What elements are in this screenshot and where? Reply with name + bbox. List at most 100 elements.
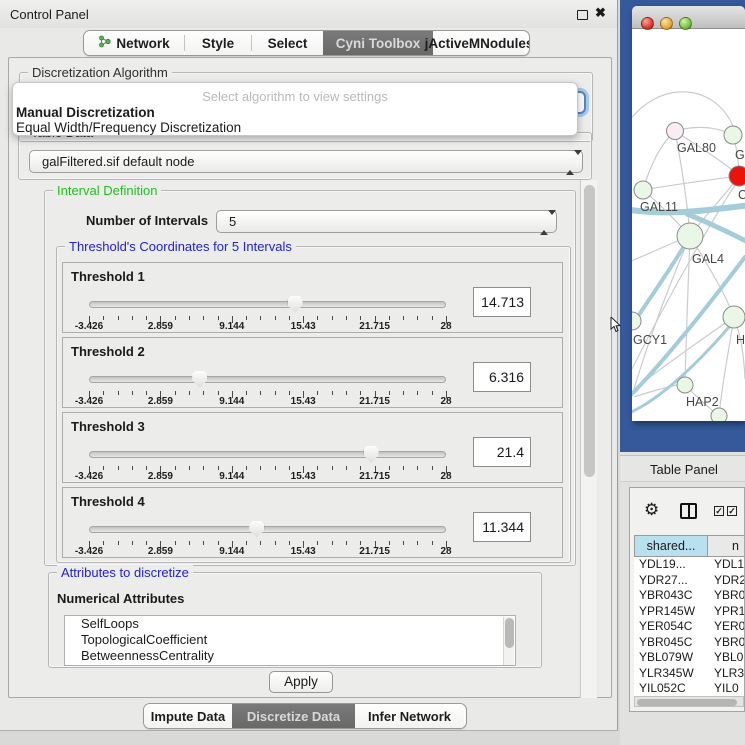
scrollbar-thumb[interactable] <box>637 699 737 706</box>
slider-handle[interactable] <box>249 521 264 538</box>
name-cell: YDL1 <box>710 557 745 573</box>
HAP2-node[interactable] <box>677 377 693 393</box>
threshold-value-field[interactable]: 6.316 <box>473 362 531 392</box>
network-edge-thick <box>632 236 690 329</box>
name-cell: YER0 <box>710 619 745 635</box>
tab-cyni-toolbox[interactable]: Cyni Toolbox <box>323 31 433 55</box>
minor-tick <box>189 466 190 470</box>
minor-tick <box>417 391 418 395</box>
number-of-intervals-combo[interactable]: 5 <box>216 210 557 233</box>
interval-definition-title: Interval Definition <box>53 183 161 198</box>
threshold-value-field[interactable]: 21.4 <box>473 437 531 467</box>
slider-track[interactable] <box>89 526 446 533</box>
shared-name-cell: YER054C <box>634 619 710 635</box>
GAL80-node[interactable] <box>667 123 684 140</box>
tab-infer-network[interactable]: Infer Network <box>355 704 464 728</box>
network-edge <box>685 236 690 385</box>
tick-label: -3.426 <box>75 471 103 482</box>
column-layout-icon[interactable] <box>680 503 697 519</box>
GAL11-node[interactable] <box>634 181 652 199</box>
table-row[interactable]: YPR145WYPR1 <box>634 604 745 620</box>
table-hscrollbar[interactable] <box>634 696 744 707</box>
column-header-name[interactable]: n <box>708 535 745 557</box>
threshold-value-field[interactable]: 14.713 <box>473 287 531 317</box>
network-graph <box>632 29 745 421</box>
minor-tick <box>403 466 404 470</box>
scrollbar-thumb[interactable] <box>584 185 595 477</box>
tab-impute-data[interactable]: Impute Data <box>144 704 232 728</box>
tick-label: 2.859 <box>148 546 173 557</box>
slider-track[interactable] <box>89 376 446 383</box>
algorithm-option-manual[interactable]: Manual Discretization <box>16 105 155 120</box>
tab-select[interactable]: Select <box>252 31 323 55</box>
table-row[interactable]: YER054CYER0 <box>634 619 745 635</box>
slider-track[interactable] <box>89 301 446 308</box>
node-label: GAL4 <box>692 252 724 266</box>
table-row[interactable]: YBR045CYBR0 <box>634 635 745 651</box>
GAL4-node[interactable] <box>677 223 703 249</box>
table-row[interactable]: YBR043CYBR0 <box>634 588 745 604</box>
panel-scrollbar[interactable] <box>580 180 597 698</box>
minor-tick <box>132 466 133 470</box>
apply-button[interactable]: Apply <box>269 671 333 693</box>
slider-handle[interactable] <box>288 296 303 313</box>
threshold-value-field[interactable]: 11.344 <box>473 512 531 542</box>
checkbox-checked-icon[interactable]: ✓ <box>727 506 737 516</box>
column-header-shared-name[interactable]: shared... <box>634 535 708 557</box>
table-data-combo-value: galFiltered.sif default node <box>42 154 194 169</box>
top-tab-bar: Network Style SelectCyni ToolboxjActiveMNo… <box>83 30 530 56</box>
checkbox-checked-icon[interactable]: ✓ <box>714 506 724 516</box>
right-node[interactable] <box>723 306 745 328</box>
tab-style[interactable]: Style <box>185 31 251 55</box>
minor-tick <box>275 316 276 320</box>
scrollbar-thumb[interactable] <box>505 618 514 648</box>
table-row[interactable]: YDR27...YDR2 <box>634 573 745 589</box>
minor-tick <box>132 541 133 545</box>
network-icon <box>98 35 116 51</box>
shared-name-cell: YBR043C <box>634 588 710 604</box>
table-row[interactable]: YDL19...YDL1 <box>634 557 745 573</box>
float-window-icon[interactable] <box>577 10 588 20</box>
slider-handle[interactable] <box>364 446 379 463</box>
table-row[interactable]: YLR345WYLR3 <box>634 666 745 682</box>
minor-tick <box>360 316 361 320</box>
GAL3-node[interactable] <box>724 126 742 144</box>
tick-label: 2.859 <box>148 321 173 332</box>
algorithm-option-equal-width[interactable]: Equal Width/Frequency Discretization <box>16 120 241 135</box>
minor-tick <box>146 316 147 320</box>
table-row[interactable]: YBL079WYBL0 <box>634 650 745 666</box>
bottom-node[interactable] <box>711 408 727 421</box>
network-window[interactable]: GAL80GACGAL11GAL4GCY1HHAP2 <box>632 6 745 421</box>
tab-label: Discretize Data <box>247 709 340 724</box>
slider-track[interactable] <box>89 451 446 458</box>
tab-network[interactable]: Network <box>84 31 184 55</box>
tick-label: 21.715 <box>359 321 390 332</box>
attributes-scrollbar[interactable] <box>503 617 514 665</box>
slider-handle[interactable] <box>192 371 207 388</box>
tick-label: 15.43 <box>291 546 316 557</box>
tab-jactivemnodules[interactable]: jActiveMNodules <box>433 31 525 55</box>
table-data-combo[interactable]: galFiltered.sif default node <box>29 150 583 173</box>
minor-tick <box>432 466 433 470</box>
tick-label: 15.43 <box>291 471 316 482</box>
tick-label: 28 <box>440 546 451 557</box>
name-cell: YBR0 <box>710 588 745 604</box>
table-row[interactable]: YIL052CYIL0 <box>634 681 745 696</box>
numerical-attributes-list[interactable]: SelfLoopsTopologicalCoefficientBetweenne… <box>64 615 516 666</box>
table-panel: ⚙ ✓ ✓ shared... n YDL19...YDL1YDR27...YD… <box>629 487 745 712</box>
minor-tick <box>403 391 404 395</box>
network-canvas[interactable]: GAL80GACGAL11GAL4GCY1HHAP2 <box>632 29 745 421</box>
attribute-list-item[interactable]: SelfLoops <box>65 616 515 632</box>
attribute-list-item[interactable]: BetweennessCentrality <box>65 648 515 664</box>
tab-discretize-data[interactable]: Discretize Data <box>232 704 355 728</box>
selected-red-node[interactable] <box>729 166 745 186</box>
tab-label: Style <box>202 36 234 51</box>
minor-tick <box>389 541 390 545</box>
table-rows[interactable]: YDL19...YDL1YDR27...YDR2YBR043CYBR0YPR14… <box>634 557 745 696</box>
close-icon[interactable]: ✖ <box>595 5 606 21</box>
shared-name-cell: YDR27... <box>634 573 710 589</box>
gear-icon[interactable]: ⚙ <box>644 501 659 518</box>
minor-tick <box>118 316 119 320</box>
attribute-list-item[interactable]: TopologicalCoefficient <box>65 632 515 648</box>
threshold-row: Threshold 3-3.4262.8599.14415.4321.71528… <box>62 412 563 483</box>
